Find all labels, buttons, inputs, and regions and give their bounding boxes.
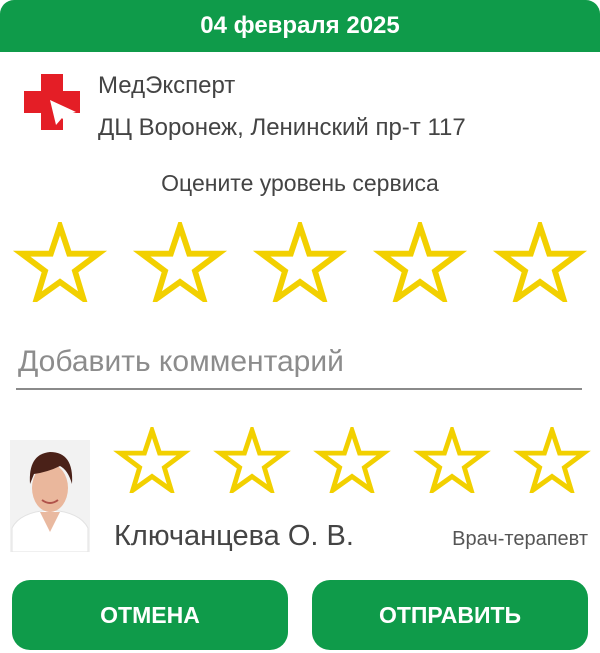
- medical-cross-icon: [24, 74, 80, 130]
- service-star-4[interactable]: [370, 222, 470, 302]
- doctor-star-4[interactable]: [410, 427, 494, 493]
- service-star-5[interactable]: [490, 222, 590, 302]
- doctor-star-3[interactable]: [310, 427, 394, 493]
- clinic-name: МедЭксперт: [98, 72, 236, 99]
- clinic-address: ДЦ Воронеж, Ленинский пр-т 117: [98, 114, 466, 141]
- doctor-avatar: [10, 440, 90, 552]
- doctor-rating-stars: [110, 427, 600, 493]
- doctor-star-1[interactable]: [110, 427, 194, 493]
- doctor-star-5[interactable]: [510, 427, 594, 493]
- doctor-star-2[interactable]: [210, 427, 294, 493]
- submit-button[interactable]: ОТПРАВИТЬ: [312, 580, 588, 650]
- cancel-button[interactable]: ОТМЕНА: [12, 580, 288, 650]
- service-star-1[interactable]: [10, 222, 110, 302]
- date-title: 04 февраля 2025: [200, 12, 400, 39]
- comment-input[interactable]: [16, 340, 582, 390]
- date-header: 04 февраля 2025: [0, 0, 600, 52]
- service-rating-label: Оцените уровень сервиса: [161, 170, 439, 196]
- doctor-name: Ключанцева О. В.: [114, 520, 354, 552]
- doctor-role: Врач-терапевт: [452, 528, 588, 550]
- service-star-2[interactable]: [130, 222, 230, 302]
- service-rating-stars: [10, 222, 600, 302]
- service-star-3[interactable]: [250, 222, 350, 302]
